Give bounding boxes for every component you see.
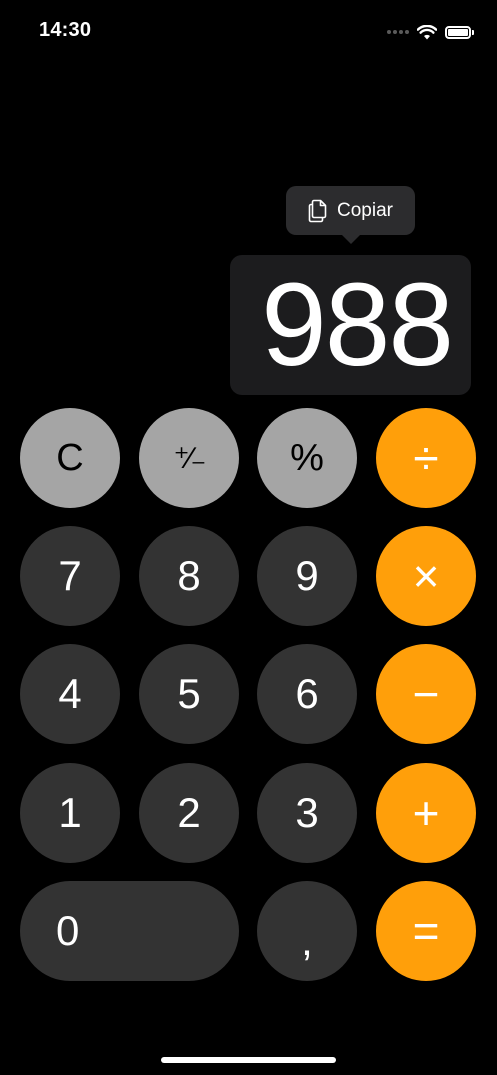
percent-button[interactable]: % [257,408,357,508]
plus-minus-label: ⁺∕₋ [173,441,207,475]
copy-button[interactable]: Copiar [286,186,415,244]
decimal-button[interactable]: , [257,881,357,981]
divide-button[interactable]: ÷ [376,408,476,508]
clear-button[interactable]: C [20,408,120,508]
digit-2-button[interactable]: 2 [139,763,239,863]
minus-button[interactable]: − [376,644,476,744]
result-display[interactable]: 988 [230,255,471,395]
home-indicator[interactable] [161,1057,336,1063]
digit-9-button[interactable]: 9 [257,526,357,626]
digit-1-button[interactable]: 1 [20,763,120,863]
equals-button[interactable]: = [376,881,476,981]
digit-8-button[interactable]: 8 [139,526,239,626]
digit-6-button[interactable]: 6 [257,644,357,744]
digit-5-button[interactable]: 5 [139,644,239,744]
cellular-signal-icon [387,30,409,34]
decimal-label: , [301,917,313,964]
status-icons [387,22,474,42]
status-time: 14:30 [39,19,92,41]
multiply-button[interactable]: × [376,526,476,626]
display-value: 988 [261,259,454,391]
digit-4-button[interactable]: 4 [20,644,120,744]
plus-button[interactable]: + [376,763,476,863]
copy-icon [308,199,328,223]
wifi-icon [417,24,437,40]
digit-3-button[interactable]: 3 [257,763,357,863]
digit-0-button[interactable]: 0 [20,881,239,981]
copy-label: Copiar [337,199,393,221]
battery-icon [445,25,474,39]
digit-7-button[interactable]: 7 [20,526,120,626]
plus-minus-button[interactable]: ⁺∕₋ [139,408,239,508]
